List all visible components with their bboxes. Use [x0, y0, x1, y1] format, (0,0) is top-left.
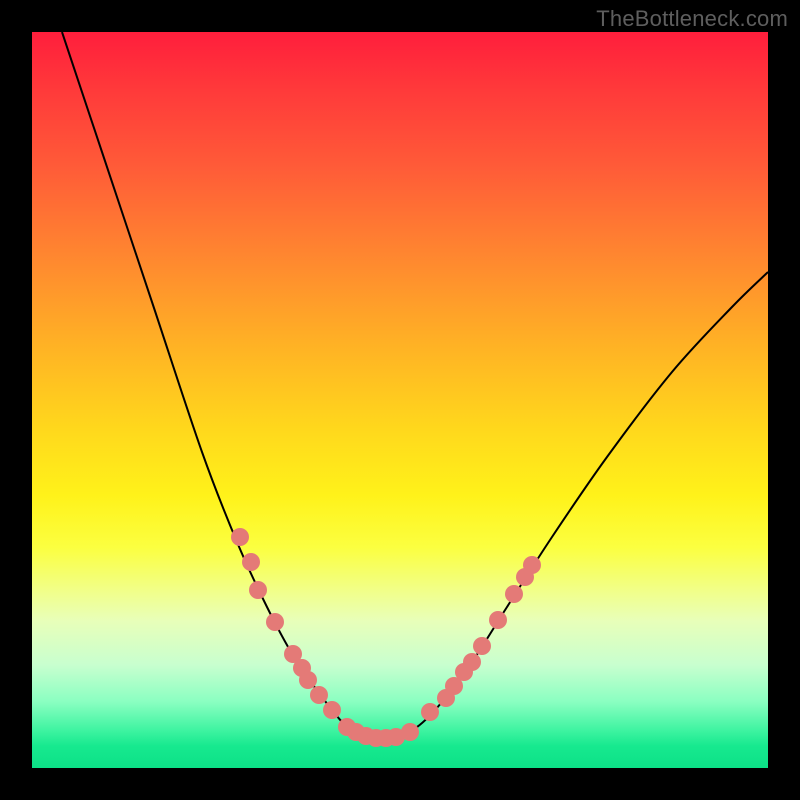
- data-dot: [231, 528, 249, 546]
- data-dots-group: [231, 528, 541, 747]
- data-dot: [473, 637, 491, 655]
- data-dot: [242, 553, 260, 571]
- bottleneck-curve-svg: [32, 32, 768, 768]
- plot-area: [32, 32, 768, 768]
- data-dot: [249, 581, 267, 599]
- data-dot: [323, 701, 341, 719]
- data-dot: [489, 611, 507, 629]
- bottleneck-curve: [62, 32, 768, 738]
- data-dot: [266, 613, 284, 631]
- data-dot: [463, 653, 481, 671]
- data-dot: [401, 723, 419, 741]
- data-dot: [421, 703, 439, 721]
- data-dot: [505, 585, 523, 603]
- data-dot: [523, 556, 541, 574]
- data-dot: [299, 671, 317, 689]
- data-dot: [310, 686, 328, 704]
- chart-frame: TheBottleneck.com: [0, 0, 800, 800]
- watermark-text: TheBottleneck.com: [596, 6, 788, 32]
